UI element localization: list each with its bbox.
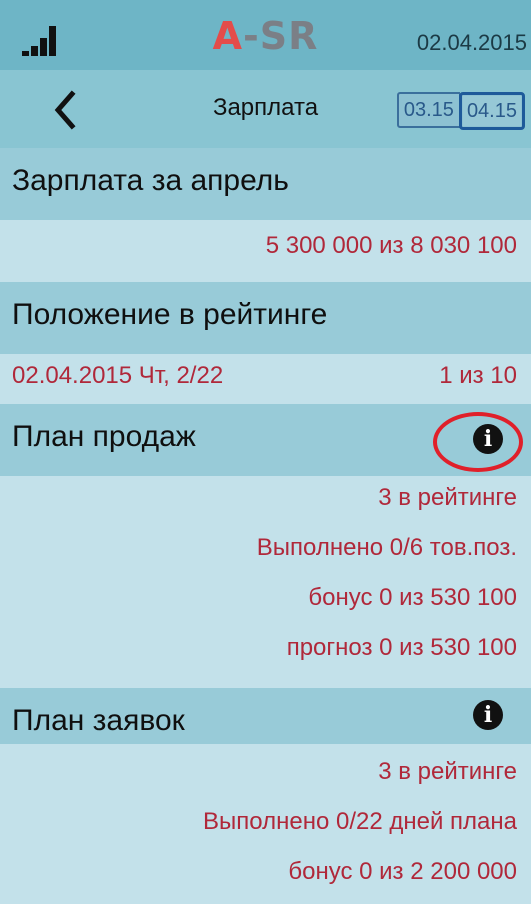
highlight-annotation [433,412,523,472]
rating-section-header: Положение в рейтинге [0,282,531,354]
status-date: 02.04.2015 [416,30,527,55]
tab-month-04-15[interactable]: 04.15 [458,92,525,130]
rating-position: 1 из 10 [439,362,517,389]
tab-month-03-15[interactable]: 03.15 [396,92,460,128]
orders-plan-completed: Выполнено 0/22 дней плана [203,808,517,835]
rating-section-body: 02.04.2015 Чт, 2/22 1 из 10 [0,354,531,404]
sales-plan-title: План продаж [12,420,196,453]
rating-title: Положение в рейтинге [12,298,328,331]
rating-date-info: 02.04.2015 Чт, 2/22 [12,362,224,389]
orders-plan-bonus: бонус 0 из 2 200 000 [288,858,517,885]
orders-plan-section-body: 3 в рейтинге Выполнено 0/22 дней плана б… [0,744,531,904]
sales-plan-rank: 3 в рейтинге [378,484,517,511]
sales-plan-bonus: бонус 0 из 530 100 [308,584,517,611]
sales-plan-forecast: прогноз 0 из 530 100 [286,634,517,661]
salary-value: 5 300 000 из 8 030 100 [265,232,517,259]
month-tabs: 03.15 04.15 [396,92,525,130]
salary-section-header: Зарплата за апрель [0,148,531,220]
sales-plan-completed: Выполнено 0/6 тов.поз. [256,534,517,561]
status-bar: A-SR 02.04.2015 [0,0,531,70]
orders-plan-rank: 3 в рейтинге [378,758,517,785]
sales-plan-section-body: 3 в рейтинге Выполнено 0/6 тов.поз. бону… [0,476,531,688]
salary-title: Зарплата за апрель [12,164,289,197]
orders-plan-title: План заявок [12,704,185,737]
info-icon[interactable]: i [473,700,503,730]
sales-plan-section-header: План продаж i [0,404,531,476]
salary-section-body: 5 300 000 из 8 030 100 [0,220,531,282]
nav-bar: Зарплата 03.15 04.15 [0,70,531,148]
